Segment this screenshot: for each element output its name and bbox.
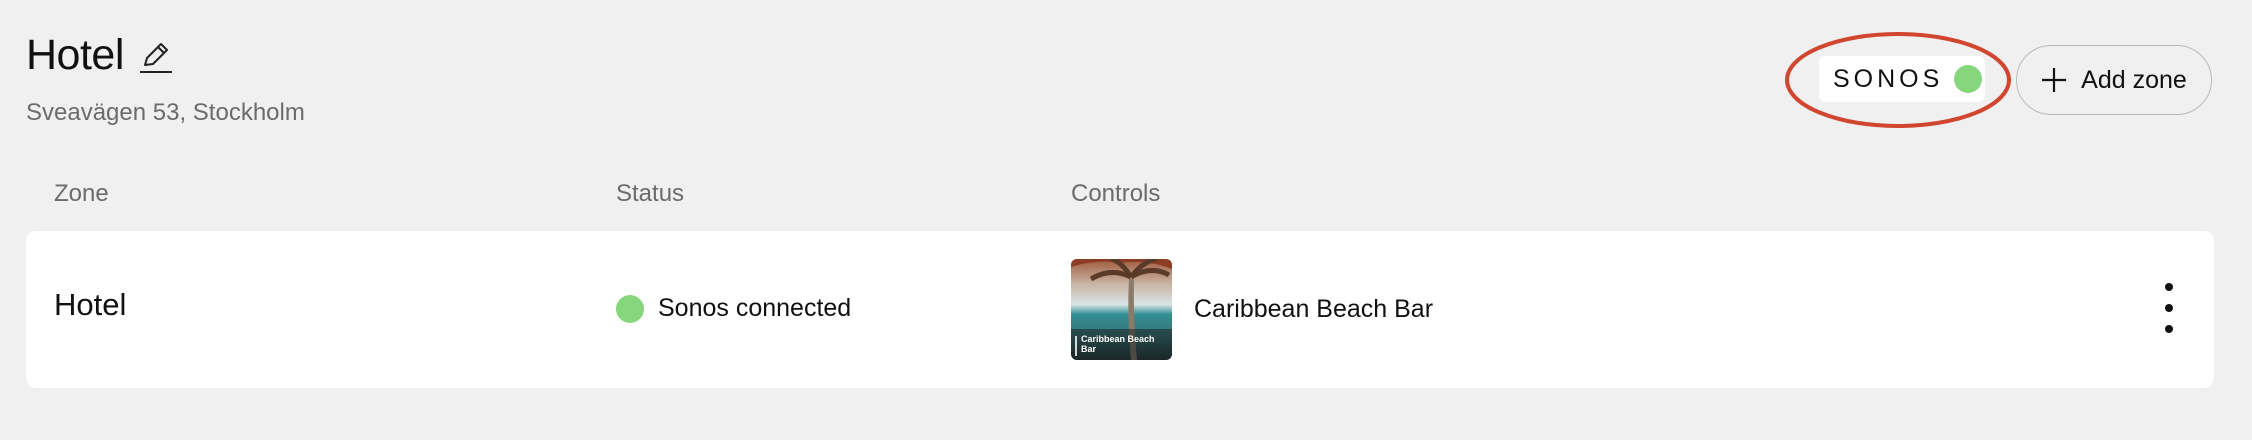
add-zone-button[interactable]: Add zone [2016, 45, 2212, 115]
sonos-status-badge[interactable]: SONOS [1819, 56, 1985, 102]
plus-icon [2041, 67, 2067, 93]
page-title: Hotel [26, 31, 124, 79]
zone-name: Hotel [54, 287, 127, 322]
table-row[interactable]: Hotel Sonos connected Caribbean Beach Ba… [26, 231, 2214, 388]
playlist-name[interactable]: Caribbean Beach Bar [1194, 295, 1433, 324]
column-header-status: Status [616, 180, 685, 207]
artwork-caption: Caribbean Beach Bar [1081, 334, 1155, 354]
column-header-controls: Controls [1071, 180, 1161, 207]
more-dot [2165, 283, 2173, 291]
more-dot [2165, 304, 2173, 312]
sonos-connected-indicator [1954, 65, 1983, 93]
status-text: Sonos connected [658, 294, 852, 322]
more-dot [2165, 325, 2173, 333]
zone-controls[interactable]: Caribbean Beach Bar Caribbean Beach Bar [1071, 259, 1433, 360]
zone-status: Sonos connected [616, 294, 851, 323]
more-vertical-icon[interactable] [2154, 283, 2184, 333]
column-header-zone: Zone [54, 180, 109, 207]
status-dot-icon [616, 294, 644, 323]
pencil-icon[interactable] [138, 39, 174, 75]
playlist-artwork[interactable]: Caribbean Beach Bar [1071, 259, 1172, 360]
sonos-logo: SONOS [1833, 64, 1944, 93]
add-zone-label: Add zone [2081, 65, 2187, 94]
